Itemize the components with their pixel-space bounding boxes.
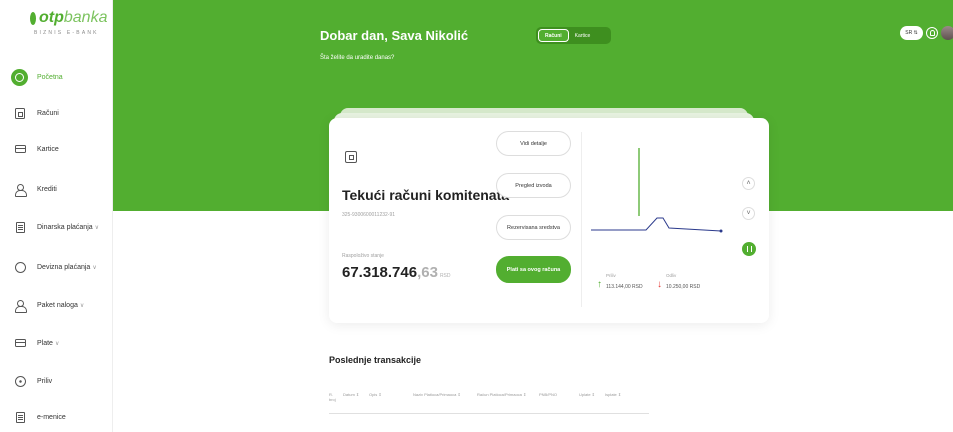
carousel-down-button[interactable]: ˅ <box>742 207 755 220</box>
outflow-value: 10.250,00 RSD <box>666 284 701 290</box>
chevron-down-icon: ∨ <box>54 340 60 347</box>
balance-sparkline <box>591 148 723 233</box>
sidebar-item-label: Kartice <box>37 145 59 153</box>
chevron-down-icon: ∨ <box>92 264 97 271</box>
card-divider <box>581 132 582 307</box>
arrow-down-icon: ↓ <box>657 279 662 290</box>
balance-decimal: ,63 <box>417 264 438 281</box>
transactions-title: Poslednje transakcije <box>329 355 422 365</box>
inflow-label: Priliv <box>606 273 616 278</box>
sidebar-item-paket-naloga[interactable]: Paket naloga ∨ <box>0 290 113 320</box>
sidebar-item-kartice[interactable]: Kartice <box>0 134 113 164</box>
sidebar-item-dinarska-placanja[interactable]: Dinarska plaćanja ∨ <box>0 212 113 242</box>
balance-currency: RSD <box>439 273 451 279</box>
e-bill-icon <box>13 410 27 424</box>
sidebar-item-label: Priliv <box>37 377 53 385</box>
avatar[interactable] <box>941 26 953 40</box>
col-datum[interactable]: Datum ⇕ <box>343 392 359 397</box>
outflow-label: Odliv <box>666 273 677 278</box>
bell-icon <box>929 30 935 36</box>
carousel-pause-button[interactable] <box>742 242 756 256</box>
col-r-broj[interactable]: R. broj <box>329 392 337 402</box>
sidebar-item-label: Početna <box>37 73 63 81</box>
sidebar-item-plate[interactable]: Plate ∨ <box>0 328 113 358</box>
language-selector[interactable]: SR ⇅ <box>900 26 923 40</box>
sidebar-item-racuni[interactable]: Računi <box>0 98 113 128</box>
logo-wordmark: otp banka <box>30 9 107 27</box>
toggle-kartice[interactable]: Kartice <box>569 29 597 42</box>
sidebar-item-label: Paket naloga ∨ <box>37 301 85 309</box>
balance-label: Raspoloživo stanje <box>342 253 384 259</box>
notification-button[interactable] <box>926 27 938 39</box>
sidebar-item-devizna-placanja[interactable]: Devizna plaćanja ∨ <box>0 252 113 282</box>
sidebar-item-label: Devizna plaćanja ∨ <box>37 263 97 271</box>
greeting-title: Dobar dan, Sava Nikolić <box>320 28 469 43</box>
balance-line-end <box>719 229 723 233</box>
loan-icon <box>13 182 27 197</box>
transactions-table-header: R. broj Datum ⇕ Opis ⇕ Naziv Platioca/Pr… <box>329 390 649 414</box>
inflow-icon <box>13 374 27 388</box>
sidebar-item-pocetna[interactable]: Početna <box>0 62 113 92</box>
account-card: Tekući računi komitenata 325-93006000112… <box>329 118 769 323</box>
col-opis[interactable]: Opis ⇕ <box>369 392 382 397</box>
chevron-down-icon: ∨ <box>79 302 85 309</box>
col-racun[interactable]: Račun Platioca/Primaoca ⇕ <box>477 392 526 397</box>
inflow-value: 113.144,00 RSD <box>606 284 643 290</box>
col-uplate[interactable]: Uplate ⇕ <box>579 392 595 397</box>
otp-banka-logo[interactable]: otp banka BIZNIS E-BANK <box>30 9 107 36</box>
logo-mark-icon <box>30 11 36 25</box>
logo-text-light: banka <box>63 9 108 26</box>
pay-from-account-button[interactable]: Plati sa ovog računa <box>496 256 571 283</box>
toggle-racuni[interactable]: Računi <box>538 29 569 42</box>
col-isplate[interactable]: Isplate ⇕ <box>605 392 621 397</box>
view-details-button[interactable]: Vidi detalje <box>496 131 571 156</box>
col-pnb-pno[interactable]: PNB/PNO <box>539 392 557 397</box>
chevron-down-icon: ∨ <box>94 224 100 231</box>
sidebar-item-e-menice[interactable]: e-menice <box>0 402 113 432</box>
balance-amount: 67.318.746,63 RSD <box>342 264 451 281</box>
foreign-payment-icon <box>13 260 27 274</box>
account-icon <box>13 106 27 120</box>
arrow-up-icon: ↑ <box>597 279 602 290</box>
logo-subtitle: BIZNIS E-BANK <box>34 30 99 36</box>
sidebar: otp banka BIZNIS E-BANK Početna Računi Ka… <box>0 0 113 432</box>
chevron-up-icon: ˄ <box>746 180 751 187</box>
salary-icon <box>13 336 27 350</box>
sidebar-item-label: Plate ∨ <box>37 339 60 347</box>
sidebar-item-label: e-menice <box>37 413 66 421</box>
pause-icon <box>746 246 752 252</box>
home-icon <box>11 68 28 86</box>
package-icon <box>13 298 27 313</box>
account-number: 325-9300600011232-91 <box>342 212 396 218</box>
reserved-funds-button[interactable]: Rezervisana sredstva <box>496 215 571 240</box>
account-icon <box>345 151 357 163</box>
sidebar-item-label: Računi <box>37 109 59 117</box>
dinar-payment-icon <box>13 220 27 234</box>
col-naziv[interactable]: Naziv Platioca/Primaoca ⇕ <box>413 392 461 397</box>
sidebar-item-label: Krediti <box>37 185 57 193</box>
sidebar-item-priliv[interactable]: Priliv <box>0 366 113 396</box>
carousel-up-button[interactable]: ˄ <box>742 177 755 190</box>
chevron-down-icon: ˅ <box>746 210 751 217</box>
view-toggle: Računi Kartice <box>536 27 611 44</box>
sidebar-item-krediti[interactable]: Krediti <box>0 174 113 204</box>
account-title: Tekući računi komitenata <box>342 187 510 203</box>
sidebar-item-label: Dinarska plaćanja ∨ <box>37 223 100 231</box>
greeting-subtitle: Šta želite da uradite danas? <box>320 55 395 61</box>
balance-line <box>591 217 722 232</box>
card-icon <box>13 142 27 156</box>
balance-integer: 67.318.746 <box>342 264 418 281</box>
statement-button[interactable]: Pregled izvoda <box>496 173 571 198</box>
logo-text-bold: otp <box>39 9 64 26</box>
